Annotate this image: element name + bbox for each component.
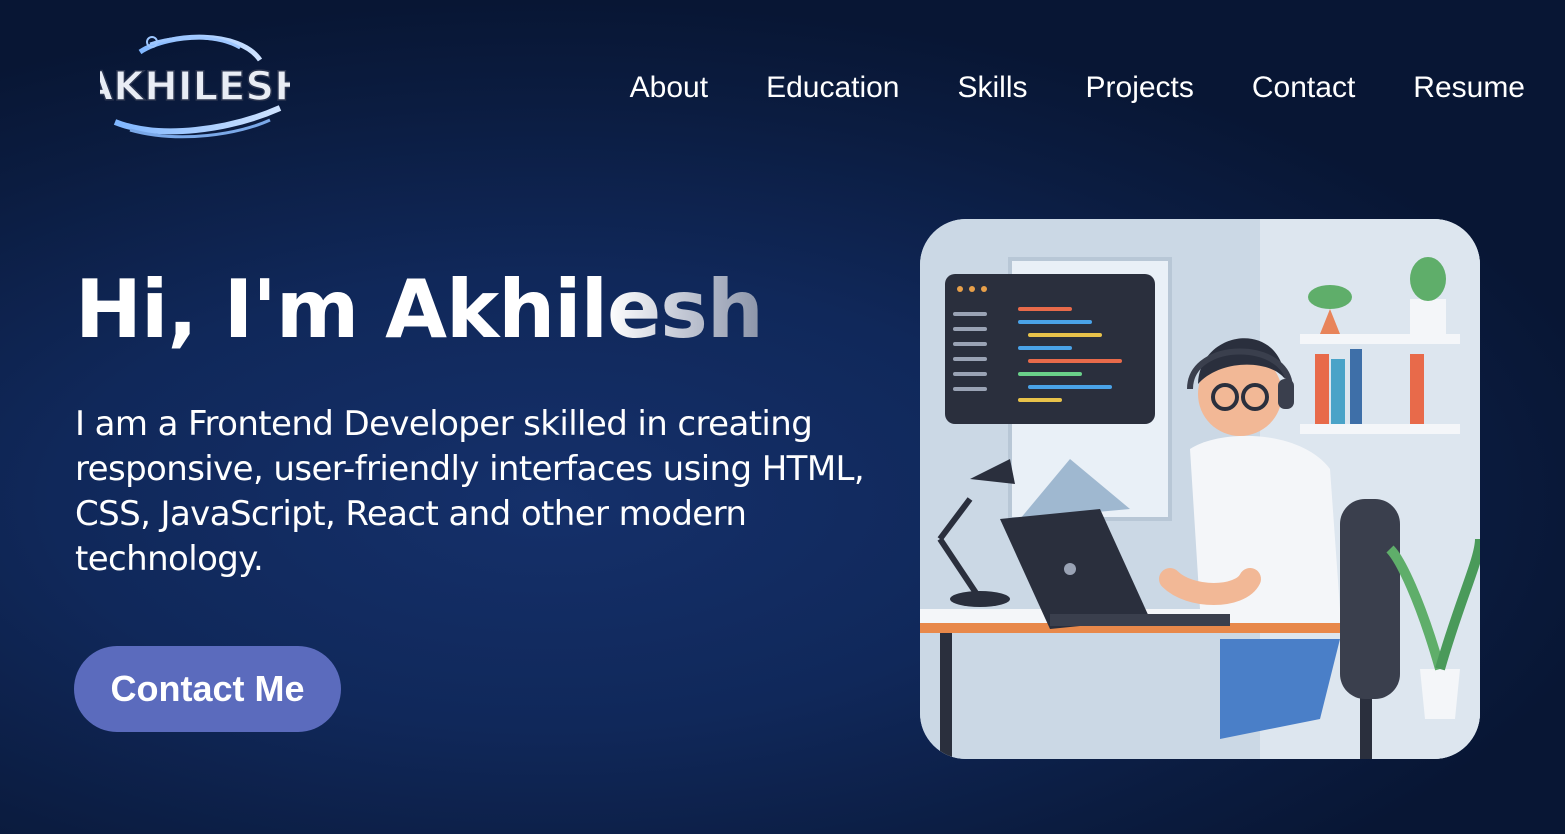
nav-contact[interactable]: Contact <box>1252 68 1355 108</box>
site-logo[interactable]: AKHILESH <box>82 30 308 145</box>
svg-text:AKHILESH: AKHILESH <box>100 64 290 110</box>
hero-title-fade: esh <box>607 263 764 356</box>
main-nav: About Education Skills Projects Contact … <box>572 68 1525 108</box>
nav-skills[interactable]: Skills <box>958 68 1028 108</box>
nav-education[interactable]: Education <box>766 68 899 108</box>
developer-illustration <box>920 219 1480 759</box>
nav-about[interactable]: About <box>630 68 708 108</box>
nav-projects[interactable]: Projects <box>1086 68 1194 108</box>
hero-description: I am a Frontend Developer skilled in cre… <box>75 404 865 579</box>
hero-title-main: Hi, I'm Akhil <box>75 263 608 356</box>
hero-title: Hi, I'm Akhilesh <box>75 255 764 365</box>
nav-resume[interactable]: Resume <box>1413 68 1525 108</box>
contact-me-button[interactable]: Contact Me <box>74 646 341 732</box>
